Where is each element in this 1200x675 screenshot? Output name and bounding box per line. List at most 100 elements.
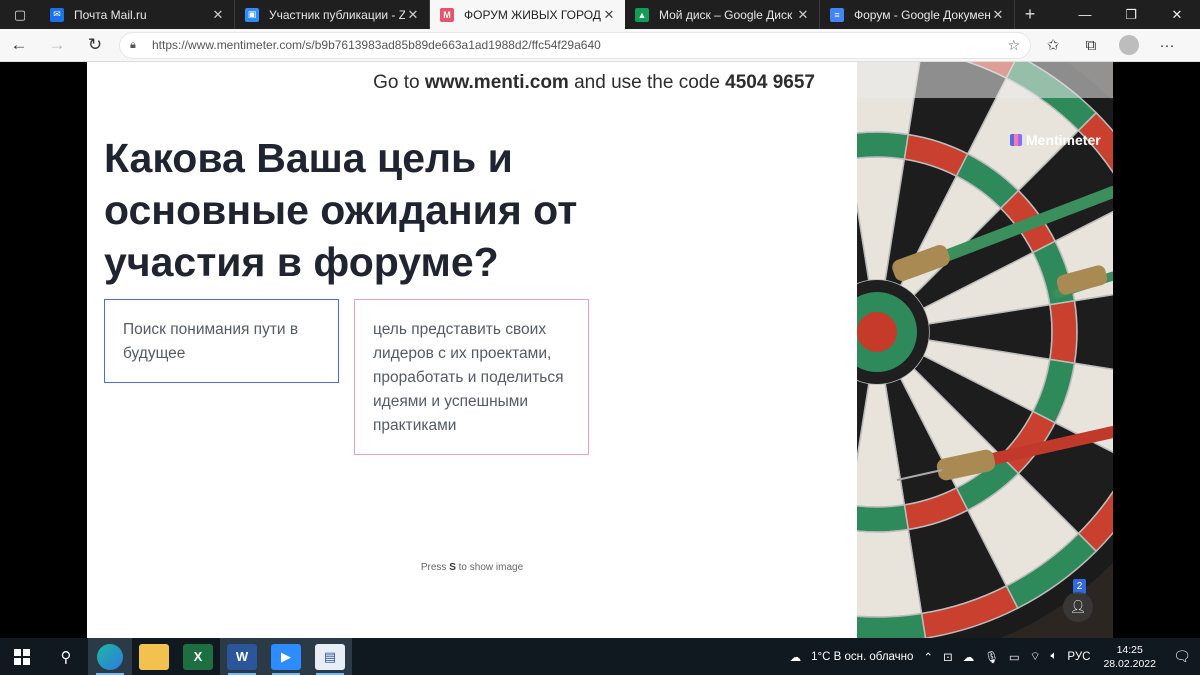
weather-text[interactable]: 1°C В осн. облачно — [806, 651, 918, 663]
battery-icon[interactable]: ▭ — [1004, 650, 1025, 664]
zoom-favicon-icon: ▣ — [245, 7, 259, 22]
search-icon: ⚲ — [60, 648, 72, 666]
tab-close-icon[interactable]: ✕ — [601, 7, 617, 23]
back-button[interactable]: ← — [0, 29, 38, 62]
url-text: https://www.mentimeter.com/s/b9b7613983a… — [152, 38, 601, 52]
more-icon: ··· — [1159, 36, 1175, 54]
dartboard-segment — [1048, 299, 1078, 365]
profile-button[interactable] — [1110, 29, 1148, 62]
show-hidden-icons-icon[interactable]: ⌃ — [918, 650, 938, 664]
microphone-icon[interactable]: 🎙︎ — [979, 650, 1004, 664]
search-button[interactable]: ⚲ — [44, 638, 88, 675]
tab-close-icon[interactable]: ✕ — [795, 7, 811, 23]
onedrive-icon[interactable]: ☁ — [958, 650, 980, 664]
folder-icon — [139, 643, 169, 670]
tab-zoom[interactable]: ▣ Участник публикации - Zoom ✕ — [235, 0, 430, 29]
favorites-icon: ✩ — [1046, 37, 1060, 54]
forward-button[interactable]: → — [38, 29, 76, 62]
clock-time: 14:25 — [1116, 643, 1143, 656]
close-window-button[interactable]: ✕ — [1154, 0, 1200, 29]
tab-actions-button[interactable]: ▢ — [0, 0, 40, 29]
page-viewport: Go to www.menti.com and use the code 450… — [0, 62, 1200, 638]
mentimeter-logo-icon — [1010, 134, 1022, 146]
arrow-right-icon: → — [48, 35, 66, 54]
arrow-left-icon: ← — [10, 35, 28, 54]
toolbar-buttons: ✩ ⧉ ··· — [1034, 29, 1186, 62]
window-icon: ▤ — [315, 643, 345, 670]
tab-mentimeter[interactable]: M ФОРУМ ЖИВЫХ ГОРОДОВ - Ментиметр ✕ — [430, 0, 625, 29]
minimize-icon: — — [1078, 7, 1092, 22]
notification-icon: 🗨︎ — [1173, 648, 1191, 664]
start-button[interactable] — [0, 638, 44, 675]
response-card: Поиск понимания пути в будущее — [104, 299, 339, 383]
volume-icon[interactable]: 🔈︎ — [1046, 650, 1063, 663]
dartboard-segment — [1073, 293, 1113, 371]
language-indicator[interactable]: РУС — [1062, 651, 1095, 663]
notifications-button[interactable]: 🗨︎ — [1164, 648, 1200, 665]
minimize-button[interactable]: — — [1062, 0, 1108, 29]
screen: ▢ ✉ Почта Mail.ru ✕ ▣ Участник публикаци… — [0, 0, 1200, 675]
taskbar-word[interactable]: W — [220, 638, 264, 675]
new-tab-button[interactable]: + — [1015, 0, 1045, 29]
lock-icon: 🔒︎ — [130, 38, 136, 51]
excel-icon: X — [183, 643, 213, 670]
join-site: www.menti.com — [424, 72, 569, 93]
press-s-hint: Press S to show image — [87, 562, 857, 573]
presentation-slide: Go to www.menti.com and use the code 450… — [87, 62, 857, 638]
weather-icon[interactable]: ☁ — [785, 650, 807, 664]
tab-google-drive[interactable]: ▲ Мой диск – Google Диск ✕ — [625, 0, 820, 29]
plus-icon: + — [1024, 4, 1036, 24]
tab-title: Почта Mail.ru — [74, 7, 147, 22]
join-code: 4504 9657 — [725, 72, 815, 93]
taskbar-explorer[interactable] — [132, 638, 176, 675]
tab-title: Форум - Google Документы — [854, 7, 990, 22]
tab-close-icon[interactable]: ✕ — [405, 7, 421, 23]
windows-logo-icon — [14, 648, 30, 665]
collections-button[interactable]: ⧉ — [1072, 29, 1110, 62]
tab-close-icon[interactable]: ✕ — [210, 7, 226, 23]
taskbar-zoom[interactable]: ▶ — [264, 638, 308, 675]
clock[interactable]: 14:25 28.02.2022 — [1095, 643, 1164, 671]
dartboard-segment — [857, 612, 927, 638]
address-bar[interactable]: 🔒︎ https://www.mentimeter.com/s/b9b76139… — [120, 32, 1030, 58]
tab-actions-icon: ▢ — [13, 6, 27, 22]
wifi-icon[interactable]: ⌔ — [1025, 649, 1046, 664]
taskbar-edge[interactable] — [88, 638, 132, 675]
press-hint-prefix: Press — [420, 562, 450, 573]
avatar — [1119, 35, 1139, 55]
google-drive-favicon-icon: ▲ — [635, 7, 649, 22]
press-hint-key: S — [449, 562, 456, 573]
dartboard-illustration — [857, 62, 1113, 638]
settings-menu-button[interactable]: ··· — [1148, 29, 1186, 62]
navigation-bar: ← → ↻ 🔒︎ https://www.mentimeter.com/s/b9… — [0, 29, 1200, 62]
tab-title: ФОРУМ ЖИВЫХ ГОРОДОВ - Ментиметр — [464, 7, 601, 22]
person-icon: 👤︎ — [1069, 599, 1087, 614]
system-tray: ☁ 1°C В осн. облачно ⌃ ⊡ ☁ 🎙︎ ▭ ⌔ 🔈︎ РУС… — [785, 638, 1200, 675]
meet-now-icon[interactable]: ⊡ — [938, 650, 958, 664]
mentimeter-logo: Mentimeter — [1010, 132, 1101, 148]
mail-favicon-icon: ✉ — [50, 7, 64, 22]
dartboard-segment — [857, 131, 910, 161]
restore-button[interactable]: ❐ — [1108, 0, 1154, 29]
dartboard-segment — [857, 503, 910, 533]
refresh-button[interactable]: ↻ — [76, 29, 114, 62]
taskbar-excel[interactable]: X — [176, 638, 220, 675]
mentimeter-favicon-icon: M — [440, 7, 454, 22]
response-text: цель представить своих лидеров с их прое… — [373, 321, 564, 434]
google-docs-favicon-icon: ≡ — [830, 7, 844, 22]
tab-google-docs[interactable]: ≡ Форум - Google Документы ✕ — [820, 0, 1015, 29]
tab-strip: ▢ ✉ Почта Mail.ru ✕ ▣ Участник публикаци… — [0, 0, 1200, 29]
question-title: Какова Ваша цель и основные ожидания от … — [104, 135, 578, 285]
join-prefix: Go to — [373, 72, 425, 93]
dartboard-image — [857, 62, 1113, 638]
participants-button[interactable]: 👤︎ — [1063, 592, 1093, 622]
add-favorite-icon[interactable]: ☆ — [1007, 37, 1020, 54]
press-hint-suffix: to show image — [455, 562, 524, 573]
taskbar-app[interactable]: ▤ — [308, 638, 352, 675]
favorites-button[interactable]: ✩ — [1034, 29, 1072, 62]
tab-close-icon[interactable]: ✕ — [990, 7, 1006, 23]
restore-icon: ❐ — [1125, 6, 1137, 22]
response-card: цель представить своих лидеров с их прое… — [354, 299, 589, 455]
collections-icon: ⧉ — [1085, 36, 1097, 54]
tab-mail[interactable]: ✉ Почта Mail.ru ✕ — [40, 0, 235, 29]
